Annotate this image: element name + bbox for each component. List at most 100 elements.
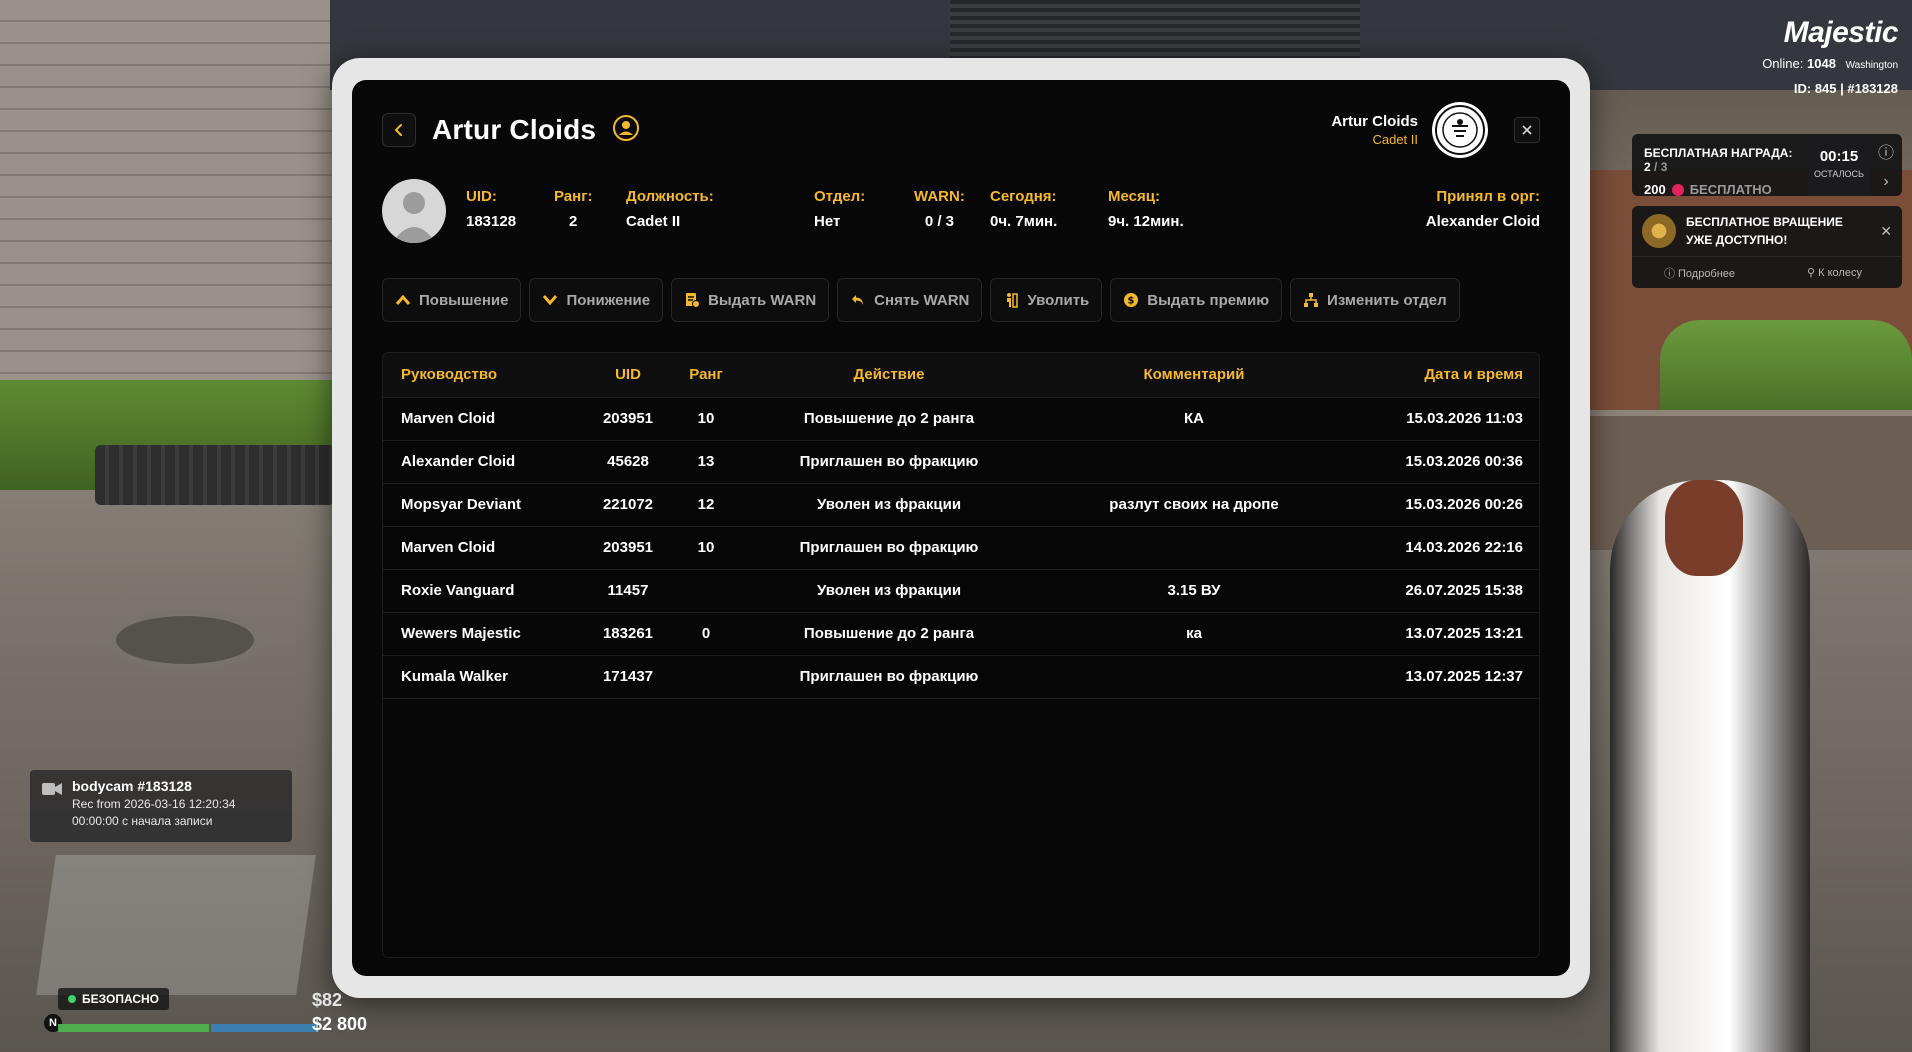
table-row: Kumala Walker 171437 Приглашен во фракци… bbox=[383, 655, 1539, 699]
cell-uid: 183261 bbox=[583, 612, 673, 656]
give-warn-button[interactable]: Выдать WARN bbox=[671, 278, 830, 322]
cell-action: Приглашен во фракцию bbox=[739, 655, 1039, 699]
change-department-button[interactable]: Изменить отдел bbox=[1290, 278, 1460, 322]
current-user-rank: Cadet II bbox=[1372, 132, 1418, 147]
close-icon[interactable]: ✕ bbox=[1880, 223, 1892, 240]
table-row: Mopsyar Deviant 221072 12 Уволен из фрак… bbox=[383, 483, 1539, 527]
cell-uid: 203951 bbox=[583, 397, 673, 441]
action-bar: Повышение Понижение Выдать WARN Снять WA… bbox=[382, 278, 1540, 322]
tablet-frame: Artur Cloids Artur Cloids Cadet II UID: … bbox=[332, 58, 1590, 998]
top-bar: Artur Cloids Artur Cloids Cadet II bbox=[382, 102, 1540, 158]
field-hired-by: Принял в орг: Alexander Cloid bbox=[1425, 188, 1540, 230]
spin-details-button[interactable]: ⓘ Подробнее bbox=[1632, 265, 1767, 281]
status-bars bbox=[58, 1024, 318, 1032]
cell-rank: 10 bbox=[673, 397, 739, 441]
cell-action: Уволен из фракции bbox=[739, 569, 1039, 613]
column-header: Руководство bbox=[383, 353, 583, 398]
cell-action: Повышение до 2 ранга bbox=[739, 397, 1039, 441]
promote-button[interactable]: Повышение bbox=[382, 278, 522, 322]
column-header: Дата и время bbox=[1349, 353, 1539, 398]
cell-manager: Wewers Majestic bbox=[383, 612, 583, 656]
history-table: Руководство UID Ранг Действие Комментари… bbox=[382, 352, 1540, 958]
cell-rank: 13 bbox=[673, 440, 739, 484]
current-user-name: Artur Cloids bbox=[1331, 113, 1418, 130]
server-brand: Majestic Online: 1048 Washington ID: 845… bbox=[1762, 16, 1898, 96]
cell-uid: 11457 bbox=[583, 569, 673, 613]
column-header: UID bbox=[583, 353, 673, 398]
cell-datetime: 13.07.2025 13:21 bbox=[1349, 612, 1539, 656]
cash-amount: $82 bbox=[312, 990, 343, 1010]
cell-comment: КА bbox=[1039, 397, 1349, 441]
field-rank: Ранг: 2 bbox=[554, 188, 593, 230]
cell-datetime: 14.03.2026 22:16 bbox=[1349, 526, 1539, 570]
cell-uid: 171437 bbox=[583, 655, 673, 699]
table-row: Roxie Vanguard 11457 Уволен из фракции 3… bbox=[383, 569, 1539, 613]
cell-manager: Roxie Vanguard bbox=[383, 569, 583, 613]
to-wheel-button[interactable]: ⚲ К колесу bbox=[1767, 266, 1902, 279]
member-info: UID: 183128 Ранг: 2 Должность: Cadet II … bbox=[382, 178, 1540, 244]
background-wall bbox=[0, 0, 340, 420]
cell-rank: 0 bbox=[673, 612, 739, 656]
field-department: Отдел: Нет bbox=[814, 188, 866, 230]
field-uid: UID: 183128 bbox=[466, 188, 517, 230]
zone-status-badge: БЕЗОПАСНО bbox=[58, 988, 169, 1010]
close-button[interactable] bbox=[1514, 117, 1540, 143]
background-character-head bbox=[1665, 480, 1743, 576]
cell-comment bbox=[1039, 655, 1349, 699]
cell-comment: 3.15 ВУ bbox=[1039, 569, 1349, 613]
cell-rank bbox=[673, 569, 739, 613]
wheel-icon bbox=[1642, 214, 1676, 248]
table-row: Marven Cloid 203951 10 Приглашен во фрак… bbox=[383, 526, 1539, 570]
cell-manager: Alexander Cloid bbox=[383, 440, 583, 484]
title-group: Artur Cloids bbox=[382, 113, 640, 147]
online-counter: Online: 1048 Washington bbox=[1762, 56, 1898, 71]
fire-button[interactable]: Уволить bbox=[990, 278, 1103, 322]
back-button[interactable] bbox=[382, 113, 416, 147]
bank-amount: $2 800 bbox=[312, 1014, 368, 1034]
cell-datetime: 15.03.2026 00:26 bbox=[1349, 483, 1539, 527]
cell-manager: Mopsyar Deviant bbox=[383, 483, 583, 527]
field-position: Должность: Cadet II bbox=[626, 188, 714, 230]
exit-person-icon bbox=[1007, 293, 1019, 308]
field-today: Сегодня: 0ч. 7мин. bbox=[990, 188, 1058, 230]
chevron-up-icon bbox=[395, 294, 411, 305]
avatar bbox=[382, 179, 446, 243]
user-badge-icon bbox=[612, 114, 640, 147]
cell-datetime: 15.03.2026 11:03 bbox=[1349, 397, 1539, 441]
table-header-row: Руководство UID Ранг Действие Комментари… bbox=[383, 353, 1539, 398]
armor-bar bbox=[210, 1024, 318, 1032]
cell-uid: 45628 bbox=[583, 440, 673, 484]
chevron-right-icon[interactable]: › bbox=[1883, 173, 1888, 191]
cell-rank: 10 bbox=[673, 526, 739, 570]
table-row: Wewers Majestic 183261 0 Повышение до 2 … bbox=[383, 612, 1539, 656]
cell-action: Уволен из фракции bbox=[739, 483, 1039, 527]
cell-datetime: 26.07.2025 15:38 bbox=[1349, 569, 1539, 613]
cell-manager: Kumala Walker bbox=[383, 655, 583, 699]
cell-comment: разлут своих на дропе bbox=[1039, 483, 1349, 527]
give-bonus-button[interactable]: $ Выдать премию bbox=[1110, 278, 1283, 322]
close-icon bbox=[1522, 125, 1532, 135]
brand-logo: Majestic bbox=[1783, 16, 1899, 49]
chevron-left-icon bbox=[394, 124, 402, 136]
health-bar bbox=[58, 1024, 209, 1032]
cell-manager: Marven Cloid bbox=[383, 526, 583, 570]
svg-text:$: $ bbox=[1128, 296, 1135, 307]
column-header: Действие bbox=[739, 353, 1039, 398]
cell-action: Повышение до 2 ранга bbox=[739, 612, 1039, 656]
bodycam-overlay: bodycam #183128 Rec from 2026-03-16 12:2… bbox=[30, 770, 292, 842]
free-spin-panel: БЕСПЛАТНОЕ ВРАЩЕНИЕ УЖЕ ДОСТУПНО! ✕ ⓘ По… bbox=[1632, 206, 1902, 288]
remove-warn-button[interactable]: Снять WARN bbox=[837, 278, 983, 322]
cell-rank bbox=[673, 655, 739, 699]
column-header: Ранг bbox=[673, 353, 739, 398]
minimap bbox=[36, 855, 316, 995]
free-reward-panel[interactable]: БЕСПЛАТНАЯ НАГРАДА: 2 / 3 200 БЕСПЛАТНО … bbox=[1632, 134, 1902, 196]
demote-button[interactable]: Понижение bbox=[529, 278, 664, 322]
cell-uid: 203951 bbox=[583, 526, 673, 570]
info-icon[interactable]: ⓘ bbox=[1878, 139, 1894, 163]
camera-icon bbox=[42, 782, 62, 801]
reward-timer: 00:15 ОСТАЛОСЬ bbox=[1808, 134, 1870, 196]
document-warning-icon bbox=[686, 293, 701, 308]
hierarchy-icon bbox=[1304, 293, 1319, 307]
background-vent bbox=[950, 0, 1360, 62]
table-row: Alexander Cloid 45628 13 Приглашен во фр… bbox=[383, 440, 1539, 484]
